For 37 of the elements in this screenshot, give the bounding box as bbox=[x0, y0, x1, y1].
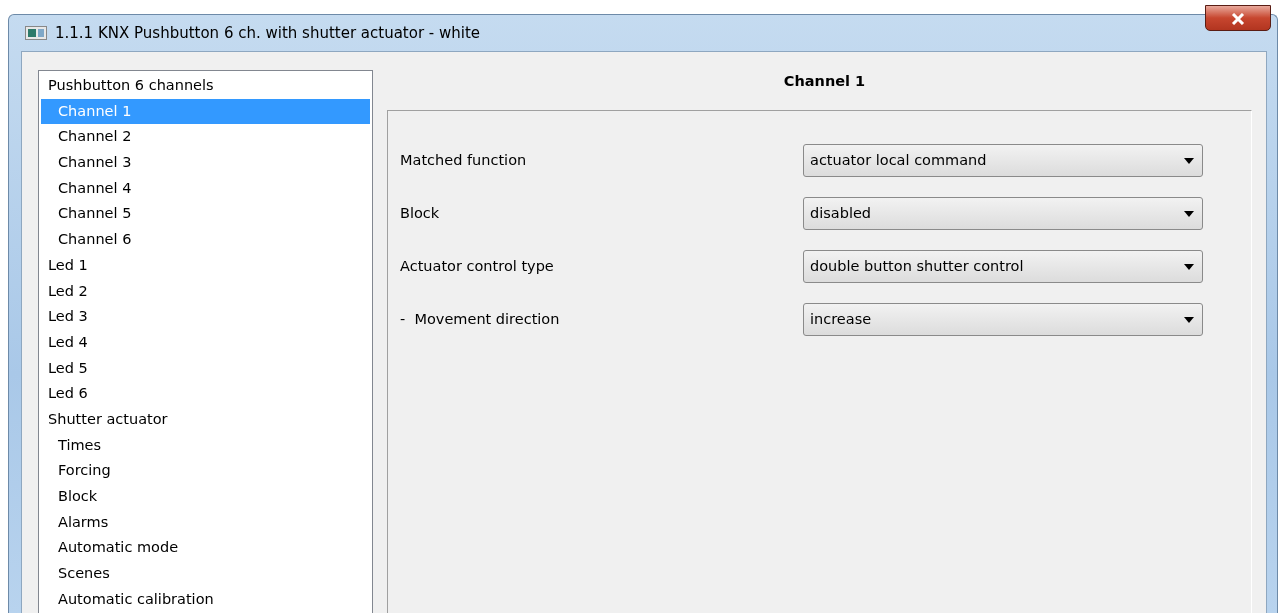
dropdown[interactable]: increase bbox=[803, 303, 1203, 336]
tree-item[interactable]: Alarms bbox=[41, 509, 370, 536]
tree-item[interactable]: Automatic mode bbox=[41, 535, 370, 562]
tree-item[interactable]: Times bbox=[41, 432, 370, 459]
tree-item[interactable]: Led 4 bbox=[41, 329, 370, 356]
tree-item[interactable]: Channel 5 bbox=[41, 201, 370, 228]
window-icon bbox=[25, 26, 47, 40]
tree-item[interactable]: Channel 4 bbox=[41, 175, 370, 202]
parameter-label: Matched function bbox=[400, 150, 527, 170]
window-title: 1.1.1 KNX Pushbutton 6 ch. with shutter actuator - white bbox=[55, 22, 481, 44]
parameter-label: - Movement direction bbox=[400, 309, 560, 329]
tree-item[interactable]: Pushbutton 6 channels bbox=[41, 73, 370, 99]
tree-item[interactable]: Automatic calibration bbox=[41, 586, 370, 613]
parameter-label: Actuator control type bbox=[400, 256, 554, 276]
tree-item[interactable]: Channel 2 bbox=[41, 124, 370, 151]
parameter-label: Block bbox=[400, 203, 440, 223]
caret-icon bbox=[1184, 157, 1194, 164]
dropdown[interactable]: double button shutter control bbox=[803, 250, 1203, 283]
close-icon bbox=[1231, 12, 1245, 25]
tree-item[interactable]: Led 6 bbox=[41, 381, 370, 407]
tree-item[interactable]: Channel 3 bbox=[41, 150, 370, 176]
tree-item[interactable]: Shutter actuator bbox=[41, 406, 370, 433]
tree-item[interactable]: Channel 6 bbox=[41, 227, 370, 253]
panel-title: Channel 1 bbox=[782, 72, 867, 91]
tree-item[interactable]: Led 1 bbox=[41, 252, 370, 279]
tree-item[interactable]: Led 5 bbox=[41, 355, 370, 382]
tree-item[interactable]: Led 3 bbox=[41, 304, 370, 330]
tree-item[interactable]: Block bbox=[41, 484, 370, 510]
dropdown[interactable]: actuator local command bbox=[803, 144, 1203, 177]
tree-item[interactable]: Forcing bbox=[41, 458, 370, 484]
caret-icon bbox=[1184, 316, 1194, 323]
caret-icon bbox=[1184, 263, 1194, 270]
tree-item[interactable]: Scenes bbox=[41, 561, 370, 587]
caret-icon bbox=[1184, 210, 1194, 217]
close-button[interactable] bbox=[1205, 5, 1271, 31]
tree-item[interactable]: Led 2 bbox=[41, 278, 370, 305]
dropdown[interactable]: disabled bbox=[803, 197, 1203, 230]
